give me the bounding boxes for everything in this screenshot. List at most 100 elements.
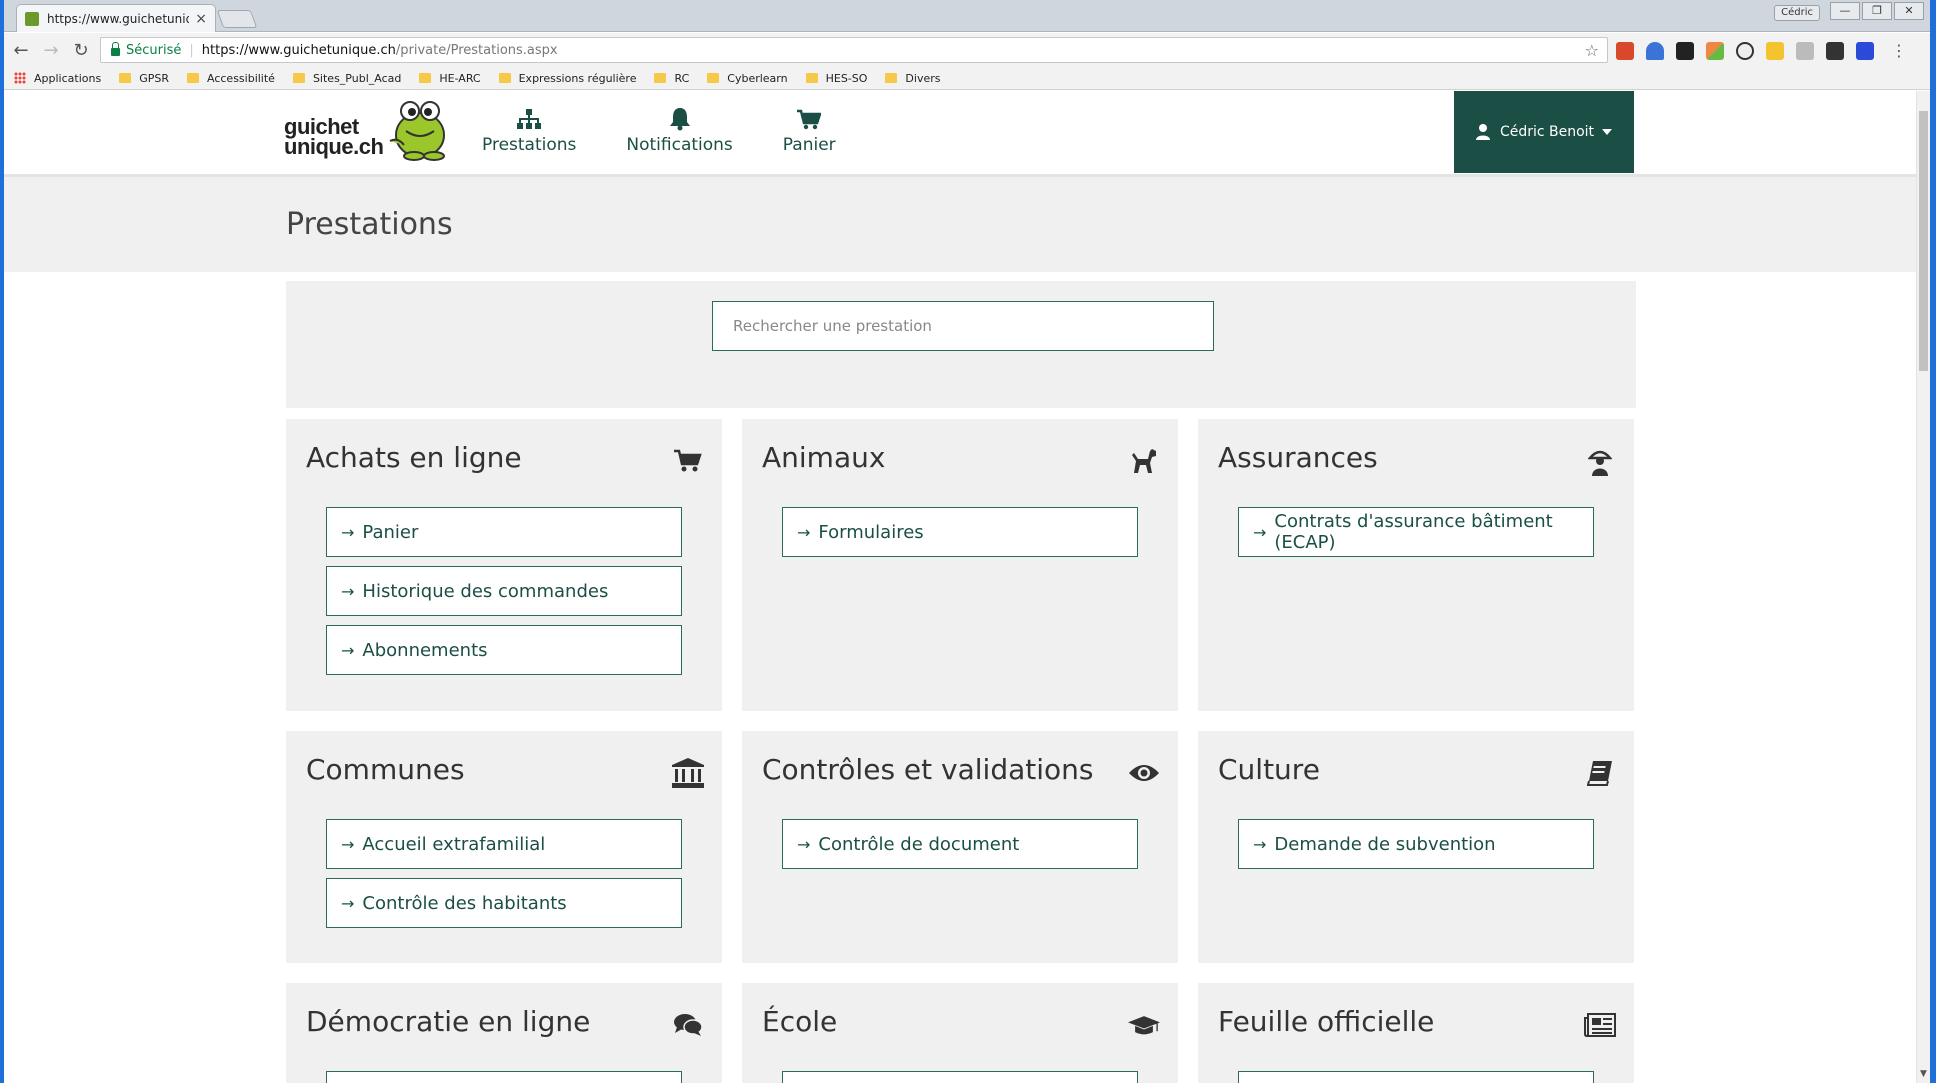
close-tab-icon[interactable]: ×: [195, 11, 207, 27]
category-card-controles: Contrôles et validations → Contrôle de do…: [742, 731, 1178, 963]
umbrella-person-icon: [1584, 445, 1616, 477]
nav-prestations[interactable]: Prestations: [474, 103, 601, 155]
nav-notifications[interactable]: Notifications: [601, 103, 757, 155]
scroll-down-icon[interactable]: ▼: [1920, 1069, 1927, 1079]
extension-notes-icon[interactable]: [1766, 41, 1784, 60]
bookmark-applications[interactable]: Applications: [14, 72, 101, 85]
back-button[interactable]: ←: [8, 40, 34, 61]
card-links: → Accueil extrafamilial → Contrôle des hab…: [326, 819, 682, 937]
institution-icon: [672, 757, 704, 789]
link-contrats-ecap[interactable]: → Contrats d'assurance bâtiment (ECAP): [1238, 507, 1594, 557]
newspaper-icon: [1584, 1009, 1616, 1041]
url-path: /private/Prestations.aspx: [395, 42, 558, 58]
bookmark-folder[interactable]: Expressions régulière: [498, 72, 636, 85]
nav-label: Panier: [782, 135, 836, 155]
card-links: [1238, 1071, 1594, 1083]
link-label: Contrats d'assurance bâtiment (ECAP): [1274, 511, 1553, 553]
link-label: Contrôle des habitants: [362, 892, 567, 914]
address-bar[interactable]: Sécurisé | https://www.guichetunique.ch …: [100, 37, 1608, 63]
arrow-right-icon: →: [341, 834, 355, 854]
extension-cube-icon[interactable]: [1706, 41, 1724, 60]
bookmark-folder[interactable]: RC: [654, 72, 689, 85]
graduation-cap-icon: [1128, 1009, 1160, 1041]
bookmark-label: Applications: [34, 71, 102, 85]
site-logo[interactable]: guichet unique.ch: [284, 101, 450, 161]
secure-label: Sécurisé: [126, 42, 182, 58]
restore-button[interactable]: ❐: [1862, 2, 1892, 20]
folder-icon: [805, 73, 818, 83]
bell-icon: [669, 103, 691, 131]
page-scrollbar[interactable]: ▼: [1916, 91, 1930, 1083]
frog-mascot-icon: [389, 101, 445, 161]
extension-mail-icon[interactable]: [1676, 41, 1694, 60]
user-icon: [1475, 124, 1490, 140]
link-historique-commandes[interactable]: → Historique des commandes: [326, 566, 682, 616]
extension-icons: ⋮: [1616, 41, 1912, 60]
folder-icon: [119, 73, 132, 83]
bookmarks-bar: Applications GPSR Accessibilité Sites_Pu…: [4, 67, 1930, 90]
link-accueil-extrafamilial[interactable]: → Accueil extrafamilial: [326, 819, 682, 869]
link-hidden[interactable]: [1238, 1071, 1594, 1083]
card-links: [782, 1071, 1138, 1083]
bookmark-folder[interactable]: HES-SO: [805, 71, 868, 85]
card-title: Achats en ligne: [306, 441, 522, 474]
extension-blue-icon[interactable]: [1856, 41, 1874, 60]
tab-title: https://www.guichetuniq: [47, 11, 190, 26]
link-label: Formulaires: [818, 521, 924, 543]
bookmark-folder[interactable]: GPSR: [119, 72, 169, 85]
extension-bear-icon[interactable]: [1736, 41, 1754, 60]
card-title: École: [762, 1005, 838, 1038]
bookmark-folder[interactable]: Divers: [885, 72, 940, 85]
link-label: Panier: [362, 521, 419, 543]
bookmark-label: HES-SO: [825, 71, 868, 85]
card-links: → Contrôle de document: [782, 819, 1138, 878]
dog-icon: [1128, 445, 1160, 477]
extension-cap-icon[interactable]: [1646, 41, 1664, 60]
search-input[interactable]: [712, 301, 1214, 351]
window-user-badge[interactable]: Cédric: [1774, 5, 1820, 21]
link-label: Abonnements: [362, 639, 488, 661]
bookmark-star-icon[interactable]: ☆: [1585, 41, 1599, 60]
extension-red-icon[interactable]: [1616, 41, 1634, 60]
browser-tab[interactable]: https://www.guichetuniq ×: [16, 4, 216, 32]
extension-grey-icon[interactable]: [1796, 41, 1814, 60]
lock-icon: [111, 42, 120, 56]
link-formulaires[interactable]: → Formulaires: [782, 507, 1138, 557]
arrow-right-icon: →: [341, 581, 355, 601]
site-header: guichet unique.ch Prestations Notificati…: [4, 91, 1916, 177]
bookmark-folder[interactable]: Accessibilité: [187, 72, 275, 85]
scrollbar-thumb[interactable]: [1919, 111, 1928, 371]
page-title-band: Prestations: [4, 177, 1916, 272]
reload-button[interactable]: ↻: [68, 40, 94, 61]
user-name: Cédric Benoit: [1499, 124, 1595, 140]
extension-dark-icon[interactable]: [1826, 41, 1844, 60]
bookmark-folder[interactable]: HE-ARC: [419, 72, 481, 85]
category-card-achats: Achats en ligne → Panier → Historique des …: [286, 419, 722, 711]
nav-panier[interactable]: Panier: [758, 103, 861, 155]
close-window-button[interactable]: ✕: [1894, 2, 1924, 20]
card-title: Communes: [306, 753, 465, 786]
link-controle-document[interactable]: → Contrôle de document: [782, 819, 1138, 869]
arrow-right-icon: →: [797, 522, 811, 542]
link-label: Demande de subvention: [1274, 833, 1496, 855]
link-abonnements[interactable]: → Abonnements: [326, 625, 682, 675]
link-hidden[interactable]: [326, 1071, 682, 1083]
new-tab-button[interactable]: [216, 10, 258, 28]
card-title: Animaux: [762, 441, 886, 474]
folder-icon: [707, 73, 720, 83]
tab-strip: https://www.guichetuniq × Cédric — ❐ ✕: [4, 0, 1930, 32]
forward-button[interactable]: →: [38, 40, 64, 61]
browser-window: https://www.guichetuniq × Cédric — ❐ ✕ ←…: [4, 0, 1930, 1083]
link-hidden[interactable]: [782, 1071, 1138, 1083]
link-controle-habitants[interactable]: → Contrôle des habitants: [326, 878, 682, 928]
bookmark-folder[interactable]: Sites_Publ_Acad: [292, 72, 401, 85]
link-panier[interactable]: → Panier: [326, 507, 682, 557]
browser-menu-icon[interactable]: ⋮: [1886, 41, 1912, 60]
page-title: Prestations: [286, 207, 453, 242]
user-menu-button[interactable]: Cédric Benoit: [1454, 91, 1634, 173]
minimize-button[interactable]: —: [1830, 2, 1860, 20]
favicon-icon: [25, 11, 39, 26]
arrow-right-icon: →: [341, 893, 355, 913]
bookmark-folder[interactable]: Cyberlearn: [707, 72, 788, 85]
link-demande-subvention[interactable]: → Demande de subvention: [1238, 819, 1594, 869]
